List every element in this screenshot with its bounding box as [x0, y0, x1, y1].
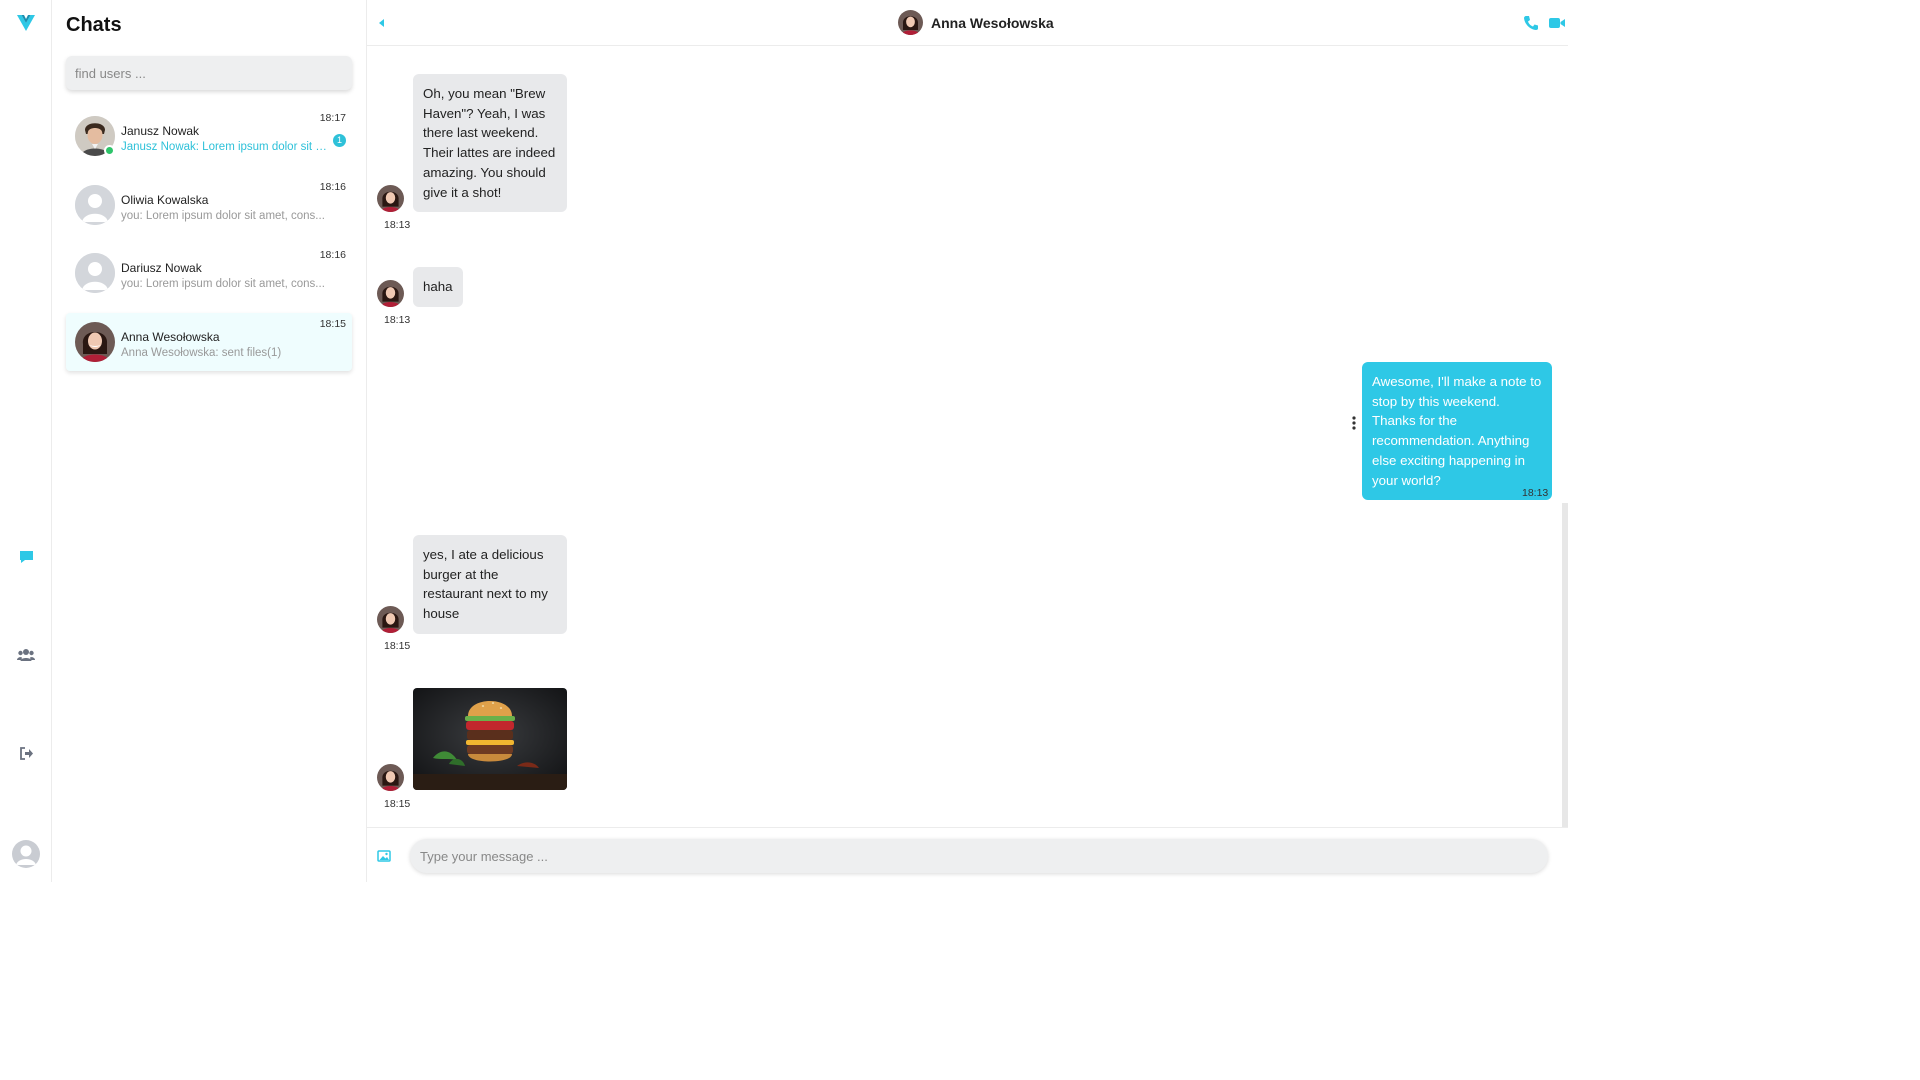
avatar	[75, 322, 115, 362]
message-bubble-outgoing: Awesome, I'll make a note to stop by thi…	[1362, 362, 1552, 501]
chat-list-panel: Chats Janusz Nowak Janusz Nowak: Lorem i…	[52, 0, 367, 882]
chat-item-dariusz-nowak[interactable]: Dariusz Nowak you: Lorem ipsum dolor sit…	[66, 244, 352, 302]
users-icon[interactable]	[15, 644, 37, 666]
peer-info[interactable]: Anna Wesołowska	[898, 10, 1054, 35]
message-input[interactable]	[410, 839, 1548, 873]
chat-item-oliwia-kowalska[interactable]: Oliwia Kowalska you: Lorem ipsum dolor s…	[66, 176, 352, 234]
online-status-icon	[104, 145, 115, 156]
message-time: 18:13	[384, 314, 411, 326]
sender-avatar	[377, 280, 404, 307]
more-options-icon[interactable]	[1351, 415, 1357, 431]
sender-avatar	[377, 185, 404, 212]
message-list[interactable]: Oh, you mean "Brew Haven"? Yeah, I was t…	[367, 47, 1568, 827]
chat-time: 18:17	[319, 112, 346, 124]
chat-preview: Janusz Nowak: Lorem ipsum dolor sit a...	[121, 141, 327, 153]
logo-v-icon[interactable]	[15, 12, 37, 34]
unread-badge: 1	[333, 134, 346, 147]
chat-time: 18:16	[319, 249, 346, 261]
message-time: 18:13	[384, 219, 411, 231]
phone-icon[interactable]	[1522, 14, 1540, 32]
peer-name: Anna Wesołowska	[931, 14, 1054, 31]
sender-avatar	[377, 764, 404, 791]
message-time: 18:15	[384, 640, 411, 652]
chat-time: 18:15	[319, 318, 346, 330]
logout-icon[interactable]	[15, 742, 37, 764]
panel-title: Chats	[66, 14, 122, 36]
chat-time: 18:16	[319, 181, 346, 193]
chat-name: Janusz Nowak	[121, 124, 200, 138]
message-bubble-incoming: yes, I ate a delicious burger at the res…	[413, 535, 567, 634]
chat-name: Dariusz Nowak	[121, 261, 202, 275]
scrollbar[interactable]	[1562, 503, 1568, 827]
chat-name: Anna Wesołowska	[121, 330, 220, 344]
video-camera-icon[interactable]	[1548, 14, 1566, 32]
chat-name: Oliwia Kowalska	[121, 193, 209, 207]
message-composer	[367, 827, 1568, 882]
chat-preview: Anna Wesołowska: sent files(1)	[121, 347, 282, 359]
message-time: 18:15	[384, 798, 411, 810]
message-bubble-incoming: haha	[413, 267, 463, 307]
chat-preview: you: Lorem ipsum dolor sit amet, cons...	[121, 210, 325, 222]
chat-bubble-icon[interactable]	[15, 546, 37, 568]
message-bubble-incoming: Oh, you mean "Brew Haven"? Yeah, I was t…	[413, 74, 567, 213]
sender-avatar	[377, 606, 404, 633]
chat-app: Chats Janusz Nowak Janusz Nowak: Lorem i…	[0, 0, 1568, 882]
burger-photo[interactable]	[413, 688, 567, 790]
nav-rail	[0, 0, 52, 882]
image-attach-icon[interactable]	[377, 849, 391, 863]
chat-item-anna-wesolowska[interactable]: Anna Wesołowska Anna Wesołowska: sent fi…	[66, 313, 352, 371]
conversation-panel: Anna Wesołowska Oh, you mean "Brew Haven…	[367, 0, 1568, 882]
back-arrow-icon[interactable]	[375, 16, 387, 30]
peer-avatar	[898, 10, 923, 35]
search-users-input[interactable]	[66, 56, 352, 90]
chat-preview: you: Lorem ipsum dolor sit amet, cons...	[121, 278, 325, 290]
avatar	[75, 253, 115, 293]
user-avatar-icon[interactable]	[12, 840, 40, 868]
chat-item-janusz-nowak[interactable]: Janusz Nowak Janusz Nowak: Lorem ipsum d…	[66, 107, 352, 165]
avatar	[75, 185, 115, 225]
conversation-header: Anna Wesołowska	[367, 0, 1568, 46]
message-time: 18:13	[1522, 487, 1549, 499]
